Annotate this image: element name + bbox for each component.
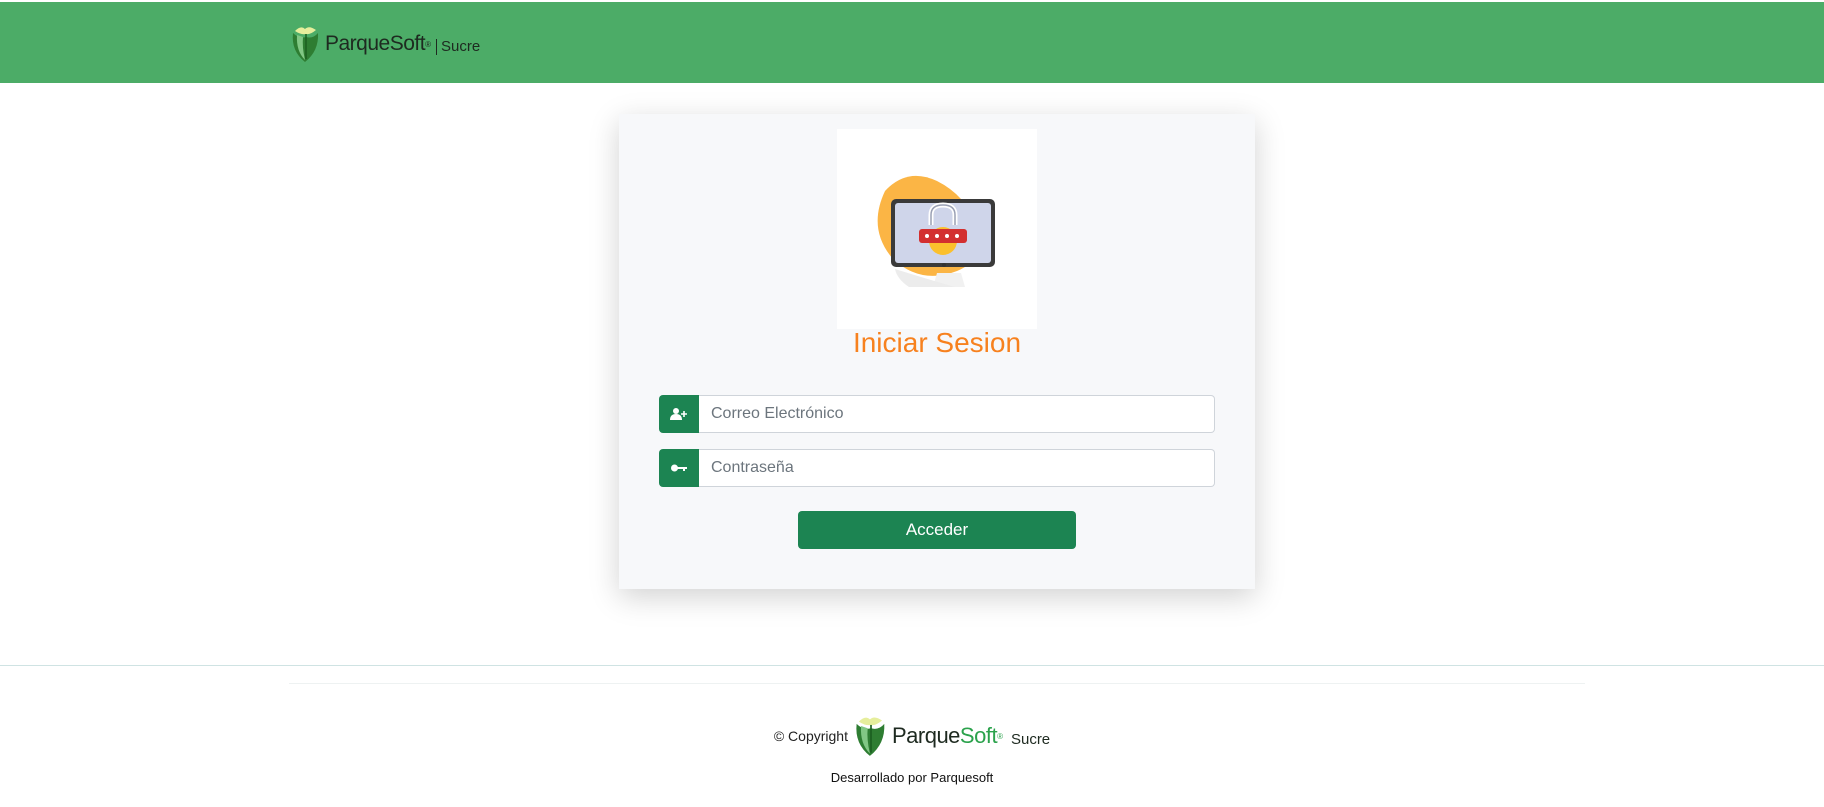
password-field (659, 449, 1215, 487)
footer-logo: Parque Soft ® Sucre (854, 715, 1050, 757)
parquesoft-leaf-icon (292, 27, 319, 62)
footer-brand-part1: Parque (891, 723, 960, 748)
header-brand-name: ParqueSoft (325, 32, 426, 55)
footer-brand-sub: Sucre (1010, 730, 1051, 748)
password-input[interactable] (699, 449, 1215, 487)
email-field (659, 395, 1215, 433)
parquesoft-leaf-icon (856, 717, 885, 756)
login-illustration (837, 129, 1037, 329)
developed-by-text: Desarrollado por Parquesoft (830, 770, 994, 785)
key-icon (659, 449, 699, 487)
registered-mark: ® (997, 731, 1003, 741)
header-logo[interactable]: ParqueSoft ® Sucre (291, 24, 480, 64)
footer-inner-divider (289, 683, 1585, 684)
login-title: Iniciar Sesion (852, 327, 1022, 358)
copyright-text: © Copyright (773, 728, 848, 744)
registered-mark: ® (425, 39, 431, 49)
footer-brand-part2: Soft (959, 723, 998, 748)
footer-copyright-row: © Copyright Parque Soft ® Sucre (0, 715, 1824, 757)
computer-lock-icon (877, 175, 995, 287)
email-input[interactable] (699, 395, 1215, 433)
user-plus-icon (659, 395, 699, 433)
acceder-button[interactable]: Acceder (798, 511, 1076, 549)
footer-divider (0, 665, 1824, 666)
header-brand-sub: Sucre (435, 39, 480, 55)
top-navbar: ParqueSoft ® Sucre (0, 2, 1824, 83)
